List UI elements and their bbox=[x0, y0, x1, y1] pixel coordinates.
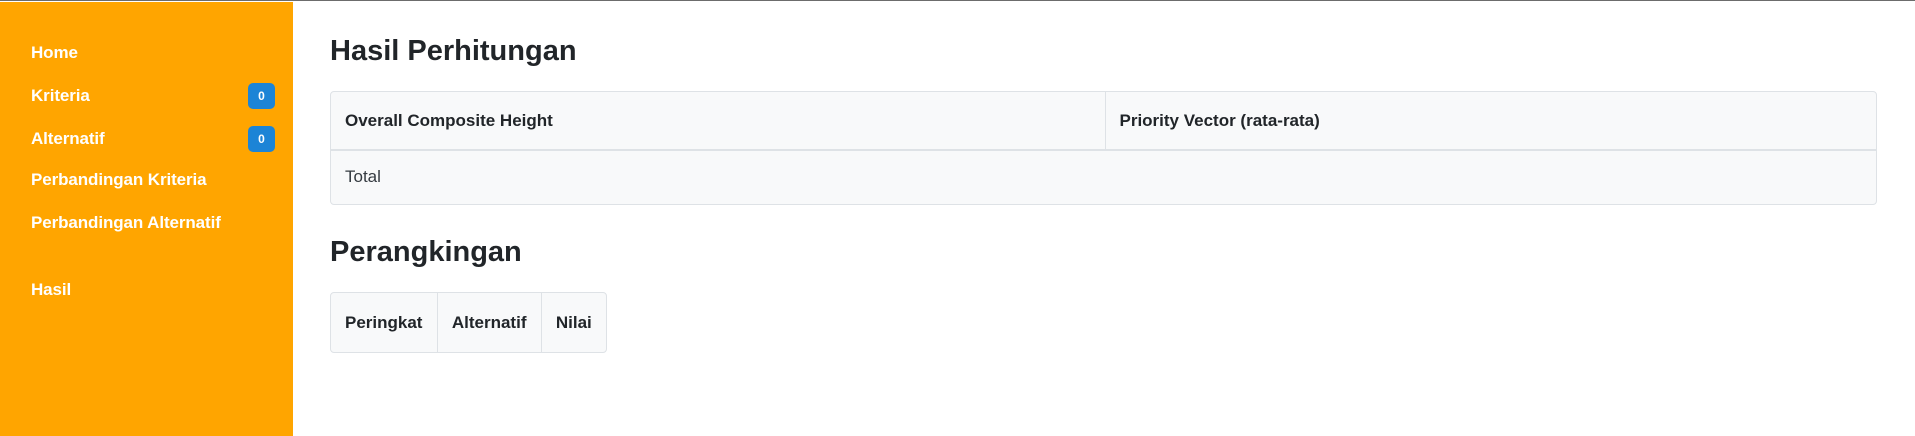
hasil-table: Overall Composite Height Priority Vector… bbox=[330, 91, 1877, 205]
app-page: Home Kriteria 0 Alternatif 0 Perbandinga… bbox=[0, 0, 1915, 436]
page-title: Hasil Perhitungan bbox=[330, 35, 577, 67]
ranking-table: Peringkat Alternatif Nilai bbox=[330, 292, 607, 353]
count-badge: 0 bbox=[248, 126, 275, 152]
table-header-row: Peringkat Alternatif Nilai bbox=[331, 293, 606, 352]
sidebar-item-label: Alternatif bbox=[31, 129, 105, 148]
table-cell-total-value bbox=[1105, 150, 1876, 203]
sidebar-item-kriteria[interactable]: Kriteria 0 bbox=[31, 81, 275, 111]
table-cell-total-label: Total bbox=[345, 167, 381, 186]
column-header-alternatif: Alternatif bbox=[437, 293, 542, 352]
section-title-ranking: Perangkingan bbox=[330, 236, 522, 268]
column-header-priority-vector: Priority Vector (rata-rata) bbox=[1105, 92, 1876, 151]
column-header-composite: Overall Composite Height bbox=[331, 92, 1106, 151]
sidebar-item-perbandingan-kriteria[interactable]: Perbandingan Kriteria bbox=[31, 165, 275, 195]
sidebar-item-label: Kriteria bbox=[31, 86, 90, 105]
sidebar-item-hasil[interactable]: Hasil bbox=[31, 275, 275, 305]
sidebar-item-home[interactable]: Home bbox=[31, 38, 275, 68]
sidebar-item-alternatif[interactable]: Alternatif 0 bbox=[31, 124, 275, 154]
table-header-row: Overall Composite Height Priority Vector… bbox=[331, 92, 1876, 151]
sidebar-item-label: Perbandingan Alternatif bbox=[31, 213, 221, 232]
sidebar-item-label: Perbandingan Kriteria bbox=[31, 170, 207, 189]
sidebar: Home Kriteria 0 Alternatif 0 Perbandinga… bbox=[0, 2, 293, 436]
sidebar-item-label: Hasil bbox=[31, 280, 72, 299]
sidebar-item-label: Home bbox=[31, 43, 78, 62]
column-header-peringkat: Peringkat bbox=[331, 293, 438, 352]
count-badge: 0 bbox=[248, 83, 275, 109]
table-row: Total bbox=[331, 150, 1876, 203]
sidebar-item-perbandingan-alternatif[interactable]: Perbandingan Alternatif bbox=[31, 208, 275, 238]
column-header-nilai: Nilai bbox=[555, 312, 592, 332]
